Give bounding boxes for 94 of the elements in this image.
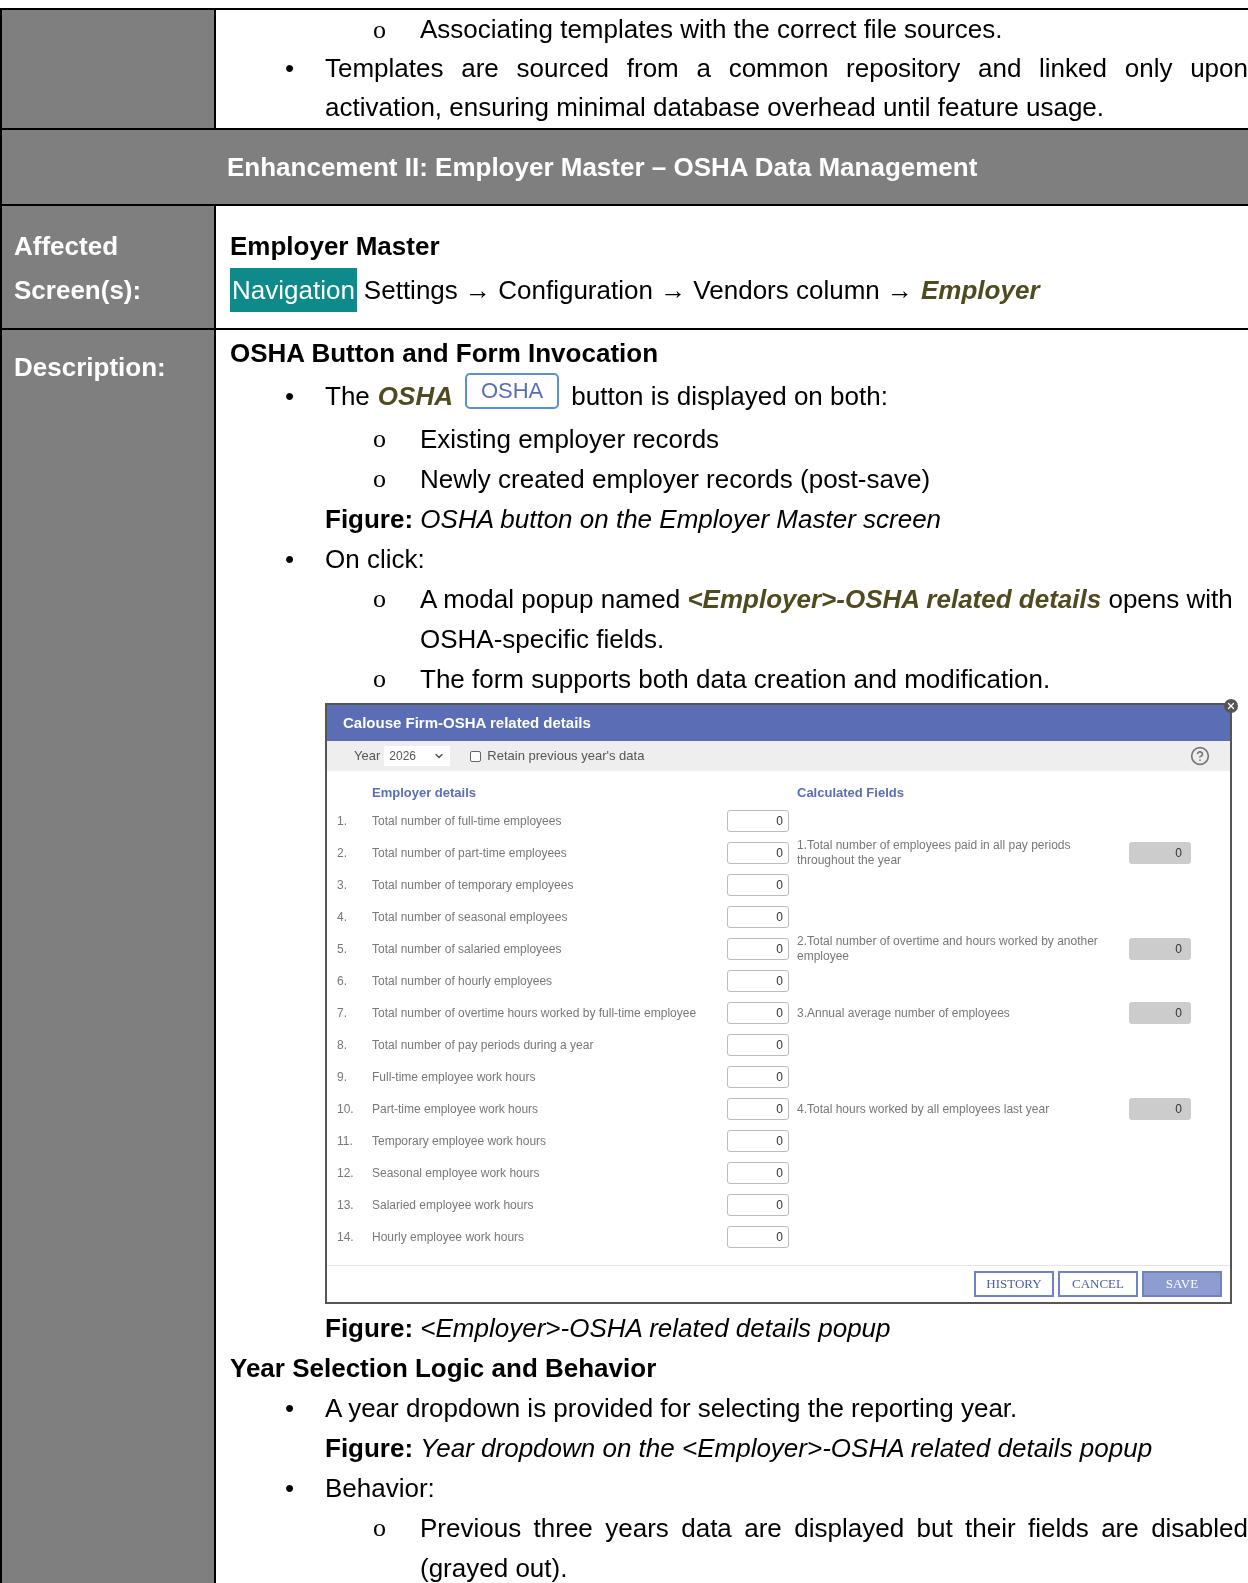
list-item-text: Associating templates with the correct file sources. <box>420 13 1003 46</box>
number-input[interactable]: 0 <box>727 1098 789 1120</box>
number-input[interactable]: 0 <box>727 810 789 832</box>
field-label: Total number of full-time employees <box>372 813 563 829</box>
navigation-path: Settings → Configuration → Vendors column → <box>363 274 914 307</box>
bullet-marker: o <box>373 583 387 615</box>
bullet-marker: o <box>373 463 387 495</box>
bullet-marker: o <box>373 14 387 46</box>
field-label: Seasonal employee work hours <box>372 1165 541 1181</box>
number-input[interactable]: 0 <box>727 874 789 896</box>
field-label: 3.Annual average number of employees <box>796 1005 1011 1021</box>
list-item-text: Templates are sourced from a common repository and linked only upon activation, ensuring minimal database overhead until feature usage. <box>325 52 1248 124</box>
bullet-marker: o <box>373 663 387 695</box>
row-number: 14. <box>337 1229 355 1246</box>
navigation-badge: Navigation <box>230 268 357 312</box>
row-number: 5. <box>337 941 348 958</box>
bullet-marker: • <box>285 1472 296 1505</box>
list-item-text: Previous three years data are displayed but their fields are disabled (grayed out). <box>420 1512 1248 1583</box>
row-number: 3. <box>337 877 348 894</box>
section-heading: Calculated Fields <box>796 785 905 801</box>
field-label: Total number of salaried employees <box>372 941 563 957</box>
year-label: Year <box>354 748 381 764</box>
navigation-target: Employer <box>921 274 1040 307</box>
row-number: 12. <box>337 1165 355 1182</box>
row-number: 4. <box>337 909 348 926</box>
list-item-text: Existing employer records <box>420 423 720 456</box>
bullet-marker: • <box>285 1392 296 1425</box>
list-item-text: A modal popup named <Employer>-OSHA related details opens with OSHA-specific fields. <box>420 583 1234 656</box>
section-header: Enhancement II: Employer Master – OSHA Data Management <box>0 130 1248 206</box>
screen-title: Employer Master <box>230 230 441 263</box>
field-label: 2.Total number of overtime and hours worked by another employee <box>796 934 1099 964</box>
number-input[interactable]: 0 <box>727 842 789 864</box>
help-icon[interactable] <box>1190 746 1210 766</box>
field-label: Full-time employee work hours <box>372 1069 537 1085</box>
section-heading: Employer details <box>372 784 478 802</box>
number-input[interactable]: 0 <box>727 938 789 960</box>
bullet-marker: • <box>285 52 296 85</box>
field-label: Salaried employee work hours <box>372 1197 535 1213</box>
figure-caption: Figure: Year dropdown on the <Employer>-OSHA related details popup <box>324 1432 1154 1465</box>
field-label: Total number of temporary employees <box>372 877 575 893</box>
number-input[interactable]: 0 <box>727 1226 789 1248</box>
row-label: Affected Screen(s): <box>14 231 142 305</box>
number-input[interactable]: 0 <box>727 1002 789 1024</box>
row-number: 7. <box>337 1005 348 1022</box>
field-label: Total number of overtime hours worked by full-time employee <box>372 1005 698 1021</box>
bullet-marker: • <box>285 380 296 413</box>
dialog-button[interactable]: HISTORY <box>974 1271 1054 1297</box>
field-label: Total number of hourly employees <box>372 973 554 989</box>
row-number: 6. <box>337 973 348 990</box>
bullet-marker: o <box>373 423 387 455</box>
dialog-button[interactable]: CANCEL <box>1058 1271 1138 1297</box>
field-label: 4.Total hours worked by all employees last year <box>796 1101 1051 1117</box>
list-item-text: The <box>325 380 370 413</box>
field-label: Total number of seasonal employees <box>372 909 569 925</box>
row-number: 10. <box>337 1101 355 1118</box>
field-label: Temporary employee work hours <box>372 1133 548 1149</box>
popup-title: Calouse Firm-OSHA related details <box>327 705 1230 741</box>
figure-caption: Figure: OSHA button on the Employer Master screen <box>324 503 943 536</box>
list-item-text: Newly created employer records (post-save) <box>420 463 931 496</box>
field-label: Part-time employee work hours <box>372 1101 540 1117</box>
number-input[interactable]: 0 <box>727 906 789 928</box>
list-item-text: On click: <box>325 543 425 576</box>
list-item-text: button is displayed on both: <box>571 380 888 413</box>
row-number: 1. <box>337 813 348 830</box>
checkbox-label: Retain previous year's data <box>487 748 645 764</box>
number-input[interactable]: 0 <box>727 1066 789 1088</box>
row-label: Description: <box>14 352 166 382</box>
number-input[interactable]: 0 <box>727 970 789 992</box>
row-number: 13. <box>337 1197 355 1214</box>
bullet-marker: • <box>285 543 296 576</box>
number-input[interactable]: 0 <box>727 1034 789 1056</box>
bullet-marker: o <box>373 1512 387 1544</box>
number-input[interactable]: 0 <box>727 1194 789 1216</box>
figure-caption: Figure: <Employer>-OSHA related details popup <box>324 1312 892 1345</box>
close-icon[interactable] <box>1224 699 1238 713</box>
row-number: 8. <box>337 1037 348 1054</box>
checkbox[interactable] <box>470 750 482 762</box>
field-label: Total number of part-time employees <box>372 845 568 861</box>
field-label: 1.Total number of employees paid in all pay periods throughout the year <box>796 838 1072 868</box>
field-label: Hourly employee work hours <box>372 1229 526 1245</box>
number-input[interactable]: 0 <box>727 1130 789 1152</box>
row-number: 9. <box>337 1069 348 1086</box>
section-heading: OSHA Button and Form Invocation <box>230 337 660 370</box>
section-heading: Year Selection Logic and Behavior <box>230 1352 658 1385</box>
year-select[interactable]: 2026 <box>384 746 451 766</box>
list-item-text: Behavior: <box>325 1472 435 1505</box>
row-number: 11. <box>337 1133 354 1150</box>
row-number: 2. <box>337 845 348 862</box>
list-item-text: The form supports both data creation and modification. <box>420 663 1051 696</box>
emphasis-text: OSHA <box>377 380 453 413</box>
osha-button[interactable]: OSHA <box>464 373 560 409</box>
list-item-text: A year dropdown is provided for selecting the reporting year. <box>325 1392 1018 1425</box>
field-label: Total number of pay periods during a year <box>372 1037 595 1053</box>
number-input[interactable]: 0 <box>727 1162 789 1184</box>
